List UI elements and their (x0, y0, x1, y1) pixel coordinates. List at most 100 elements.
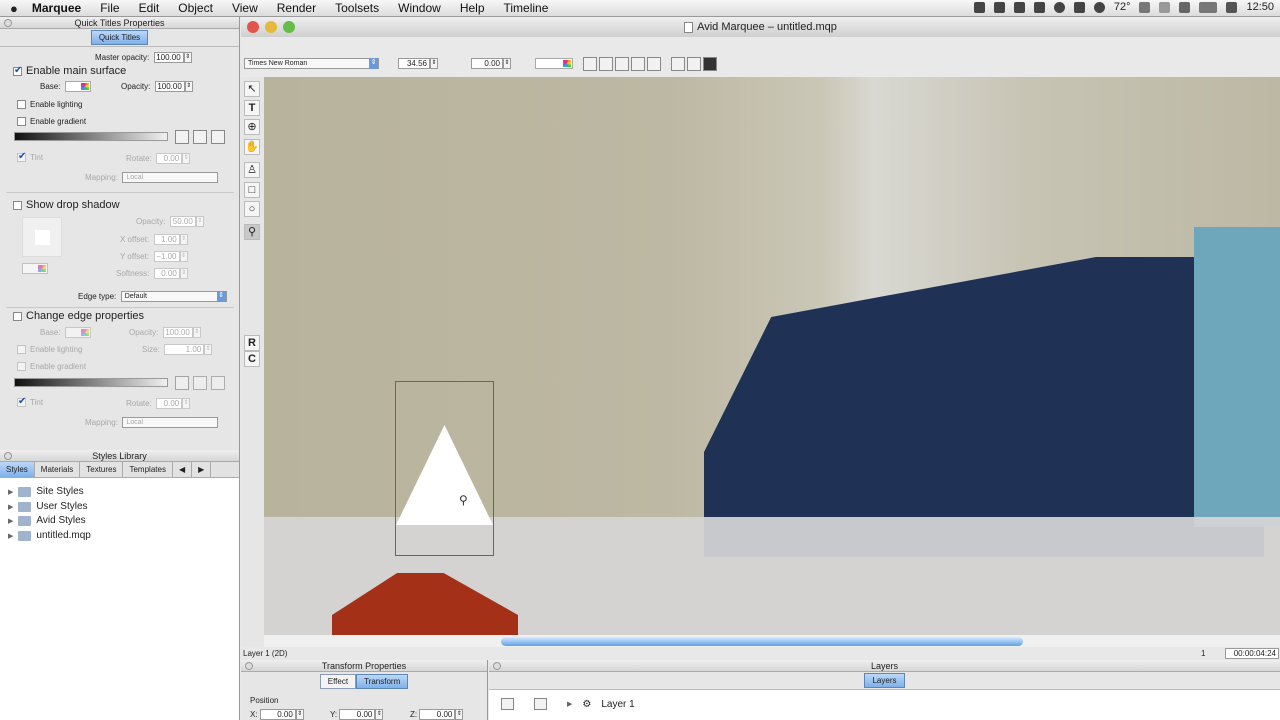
text-tool-icon[interactable]: T (244, 100, 260, 116)
timer-icon[interactable] (1053, 1, 1065, 13)
master-opacity-field[interactable]: 100.00 (153, 52, 184, 63)
edge-opacity-stepper[interactable]: ⇕ (192, 327, 201, 338)
align-full-icon[interactable] (647, 57, 661, 71)
battery-icon[interactable] (1199, 1, 1218, 13)
z-field[interactable]: 0.00 (419, 709, 456, 720)
menu-help[interactable]: Help (460, 1, 485, 15)
flag-icon[interactable] (1226, 1, 1238, 13)
enable-main-surface-checkbox[interactable] (13, 65, 22, 76)
softness-field[interactable]: 0.00 (153, 268, 180, 279)
menu-window[interactable]: Window (398, 1, 441, 15)
apple-menu-icon[interactable]: ● (10, 1, 18, 16)
list-item[interactable]: ▶ Avid Styles (8, 515, 86, 526)
list-item[interactable]: ▶ User Styles (8, 501, 88, 512)
base-color-swatch[interactable] (64, 81, 91, 92)
shadow-color-swatch[interactable] (22, 263, 48, 274)
menu-toolsets[interactable]: Toolsets (335, 1, 379, 15)
menu-app[interactable]: Marquee (32, 1, 81, 15)
wifi-icon[interactable] (1159, 1, 1171, 13)
align-left-icon[interactable] (583, 57, 597, 71)
lock-icon[interactable] (1073, 1, 1085, 13)
layer-lock-icon[interactable] (534, 698, 547, 710)
roll-button[interactable]: R (244, 335, 260, 351)
x-offset-stepper[interactable]: ⇕ (179, 234, 188, 245)
face-icon[interactable] (1093, 1, 1105, 13)
list-item[interactable]: ▶ untitled.mqp (8, 530, 91, 541)
menu-edit[interactable]: Edit (139, 1, 160, 15)
x-stepper[interactable]: ⇕ (295, 709, 304, 720)
disclosure-icon[interactable]: ▶ (8, 517, 13, 525)
edge-gradient-linear-button[interactable] (175, 376, 189, 390)
z-stepper[interactable]: ⇕ (455, 709, 464, 720)
ds-opacity-field[interactable]: 50.00 (169, 216, 196, 227)
text-color-swatch[interactable] (535, 58, 573, 69)
select-tool-icon[interactable]: ↖ (244, 81, 260, 97)
menu-timeline[interactable]: Timeline (504, 1, 549, 15)
font-size-field[interactable]: 34.56 (398, 58, 430, 69)
volume-icon[interactable] (1179, 1, 1191, 13)
gradient-linear-button[interactable] (175, 130, 189, 144)
master-opacity-stepper[interactable]: ⇕ (183, 52, 192, 63)
tab-transform[interactable]: Transform (356, 673, 409, 689)
size-stepper[interactable]: ⇕ (204, 344, 213, 355)
align-center-icon[interactable] (599, 57, 613, 71)
disclosure-icon[interactable]: ▶ (8, 488, 13, 496)
rotate-stepper[interactable]: ⇕ (182, 153, 191, 164)
clock[interactable]: 12:50 (1246, 1, 1274, 13)
close-window-button[interactable] (247, 21, 259, 33)
weather-temp[interactable]: 72° (1114, 1, 1131, 13)
tab-textures[interactable]: Textures (80, 462, 124, 477)
softness-stepper[interactable]: ⇕ (179, 268, 188, 279)
gradient-box-button[interactable] (211, 130, 225, 144)
list-item[interactable]: ▶ Site Styles (8, 486, 84, 497)
edge-gradient-box-button[interactable] (211, 376, 225, 390)
tab-materials[interactable]: Materials (35, 462, 81, 477)
tab-styles[interactable]: Styles (0, 462, 35, 477)
x-field[interactable]: 0.00 (259, 709, 296, 720)
edge-lighting-checkbox[interactable] (17, 345, 26, 354)
edge-opacity-field[interactable]: 100.00 (162, 327, 193, 338)
ellipse-tool-icon[interactable]: ○ (244, 201, 260, 217)
edge-rotate-field[interactable]: 0.00 (156, 398, 183, 409)
mapping-select[interactable]: Local (122, 172, 219, 183)
dropbox-icon[interactable] (993, 1, 1005, 13)
tab-effect[interactable]: Effect (319, 673, 357, 689)
opacity-stepper[interactable]: ⇕ (184, 81, 193, 92)
screen-icon[interactable] (1013, 1, 1025, 13)
edge-mapping-select[interactable]: Local (122, 417, 219, 428)
x-offset-field[interactable]: 1.00 (153, 234, 180, 245)
edge-gradient-bar-button[interactable] (193, 376, 207, 390)
close-icon[interactable] (493, 662, 501, 670)
rectangle-tool-icon[interactable]: □ (244, 182, 260, 198)
horizontal-scrollbar[interactable] (264, 635, 1280, 647)
hand-tool-icon[interactable]: ♙ (244, 162, 260, 178)
y-offset-stepper[interactable]: ⇕ (179, 251, 188, 262)
menu-object[interactable]: Object (178, 1, 213, 15)
enable-gradient-checkbox[interactable] (17, 117, 26, 126)
bluetooth-icon[interactable] (1139, 1, 1151, 13)
font-size-stepper[interactable]: ⇕ (430, 58, 438, 69)
kerning-field[interactable]: 0.00 (471, 58, 503, 69)
show-drop-shadow-checkbox[interactable] (13, 200, 22, 210)
tab-layers[interactable]: Layers (864, 673, 905, 688)
edge-rotate-stepper[interactable]: ⇕ (182, 398, 191, 409)
rotate-tool-icon[interactable]: ⊕ (244, 119, 260, 135)
y-stepper[interactable]: ⇕ (375, 709, 384, 720)
trackball-tool-icon[interactable]: ✋ (244, 139, 260, 155)
disclosure-icon[interactable]: ▶ (8, 503, 13, 511)
gradient-bar[interactable] (14, 132, 168, 141)
disclosure-icon[interactable]: ▶ (8, 532, 13, 540)
ds-opacity-stepper[interactable]: ⇕ (195, 216, 204, 227)
edge-type-select[interactable]: Default (120, 291, 227, 302)
close-icon[interactable] (4, 19, 12, 27)
safe-area-icon[interactable] (671, 57, 685, 71)
minimize-window-button[interactable] (265, 21, 277, 33)
tab-scroll-left-icon[interactable]: ◀ (173, 462, 193, 477)
edge-gradient-bar[interactable] (14, 378, 168, 387)
kerning-stepper[interactable]: ⇕ (503, 58, 511, 69)
layer-disclosure-icon[interactable]: ▶ (567, 700, 572, 708)
menu-view[interactable]: View (232, 1, 258, 15)
y-field[interactable]: 0.00 (339, 709, 376, 720)
size-field[interactable]: 1.00 (164, 344, 205, 355)
y-offset-field[interactable]: −1.00 (153, 251, 180, 262)
